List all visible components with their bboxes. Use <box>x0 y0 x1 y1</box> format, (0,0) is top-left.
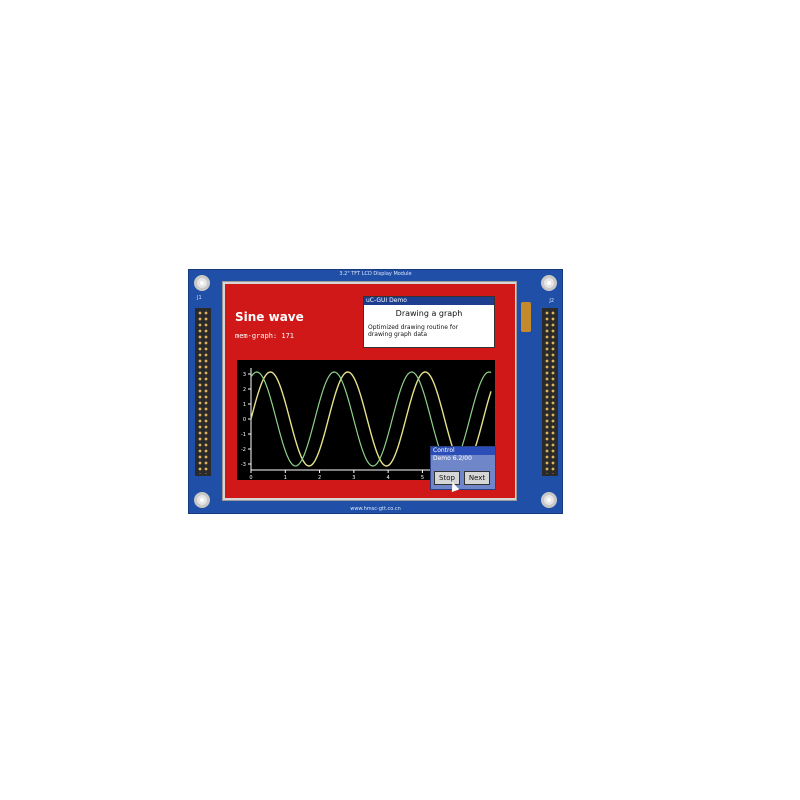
screen-title: Sine wave <box>235 310 304 324</box>
x-tick-label: 0 <box>249 475 252 480</box>
y-tick-label: -1 <box>241 432 246 438</box>
demo-window-text: Optimized drawing routine for drawing gr… <box>368 324 494 338</box>
demo-window-line-2: drawing graph data <box>368 331 428 338</box>
next-button[interactable]: Next <box>464 471 490 485</box>
x-tick-label: 2 <box>318 475 321 480</box>
y-tick-label: 1 <box>243 402 246 408</box>
y-tick-label: -3 <box>241 462 246 468</box>
demo-window-heading: Drawing a graph <box>395 309 463 318</box>
board-title: 3.2" TFT LCD Display Module <box>339 271 412 277</box>
y-tick-label: 3 <box>243 372 246 378</box>
board-footer: www.hmsc-gtt.co.cn <box>350 506 401 512</box>
mounting-hole-bottom-left <box>194 492 210 508</box>
connector-label-left: J1 <box>197 295 202 301</box>
x-tick-label: 1 <box>284 475 287 480</box>
flex-connector <box>521 302 531 332</box>
mounting-hole-top-left <box>194 275 210 291</box>
mounting-hole-bottom-right <box>541 492 557 508</box>
control-window: Control Demo 6.2/00 Stop Next <box>430 446 496 490</box>
x-tick-label: 3 <box>352 475 355 480</box>
demo-window: uC-GUI Demo Drawing a graph Optimized dr… <box>363 296 495 348</box>
connector-label-right: J2 <box>549 298 554 304</box>
pin-header-right <box>542 308 558 476</box>
lcd-board: 3.2" TFT LCD Display Module www.hmsc-gtt… <box>188 269 563 514</box>
control-window-titlebar: Control <box>431 447 495 455</box>
control-window-subtitle: Demo 6.2/00 <box>433 455 472 462</box>
y-tick-label: 0 <box>243 417 246 423</box>
y-tick-label: -2 <box>241 447 246 453</box>
demo-window-line-1: Optimized drawing routine for <box>368 324 459 331</box>
lcd-screen: Sine wave mem-graph: 171 uC-GUI Demo Dra… <box>225 284 515 498</box>
mounting-hole-top-right <box>541 275 557 291</box>
x-tick-label: 5 <box>421 475 424 480</box>
x-tick-label: 4 <box>387 475 390 480</box>
pin-header-left <box>195 308 211 476</box>
mem-graph-label: mem-graph: 171 <box>235 332 295 340</box>
demo-window-titlebar: uC-GUI Demo <box>364 297 494 305</box>
y-tick-label: 2 <box>243 387 246 393</box>
